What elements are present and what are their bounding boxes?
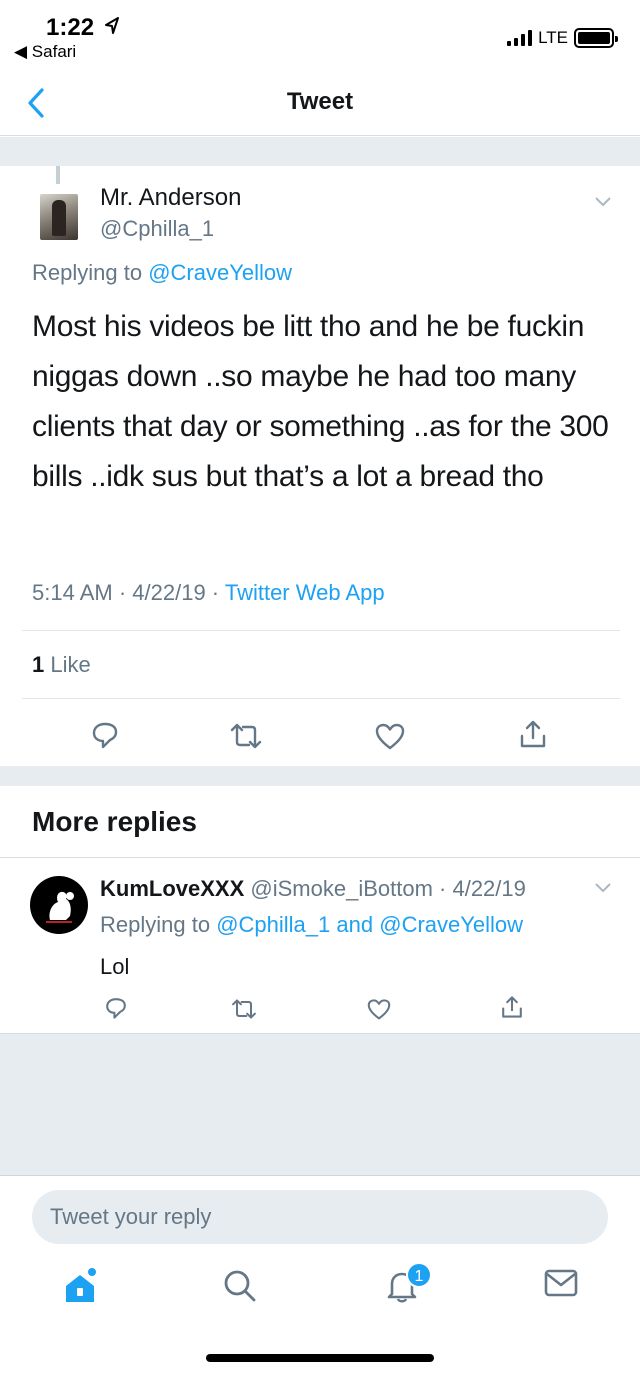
location-arrow-icon (105, 17, 119, 34)
retweet-icon[interactable] (228, 722, 264, 750)
messages-icon[interactable] (544, 1268, 578, 1298)
back-to-safari[interactable]: ◀ Safari (14, 42, 76, 62)
like-count: 1 (32, 652, 45, 677)
status-time: 1:22 (46, 14, 95, 41)
tweet-time: 5:14 AM (32, 580, 113, 605)
reply-author-handle[interactable]: @iSmoke_iBottom (250, 876, 433, 901)
bottom-bar: 1 (0, 1176, 640, 1384)
avatar[interactable] (40, 194, 78, 240)
section-title: More replies (32, 806, 197, 837)
tweet-date: 4/22/19 (132, 580, 206, 605)
mention-link[interactable]: @CraveYellow (148, 260, 292, 285)
mention-link[interactable]: @CraveYellow (379, 912, 523, 937)
share-icon[interactable] (500, 994, 524, 1020)
page-title: Tweet (286, 88, 354, 115)
mention-link[interactable]: @Cphilla_1 (216, 912, 330, 937)
tweet-source-link[interactable]: Twitter Web App (225, 580, 385, 605)
like-label: Like (50, 652, 91, 677)
reply-date: 4/22/19 (452, 876, 526, 901)
reply-text: Lol (100, 954, 130, 979)
nav-bar: Tweet (0, 72, 640, 136)
section-divider (0, 766, 640, 786)
home-icon[interactable] (62, 1268, 98, 1306)
replying-to: Replying to @Cphilla_1 and @CraveYellow (100, 912, 523, 938)
main-tweet: Mr. Anderson @Cphilla_1 Replying to @Cra… (0, 166, 640, 766)
author-name[interactable]: Mr. Anderson (100, 184, 241, 212)
reply-input[interactable] (32, 1190, 608, 1244)
home-indicator[interactable] (206, 1354, 434, 1362)
status-indicators: LTE (507, 28, 618, 48)
empty-area (0, 1034, 640, 1176)
chevron-down-icon[interactable] (594, 196, 612, 208)
divider (22, 630, 620, 631)
battery-icon (574, 28, 618, 48)
search-icon[interactable] (222, 1268, 258, 1304)
retweet-icon[interactable] (230, 998, 258, 1020)
more-replies-header: More replies (0, 786, 640, 858)
likes-summary[interactable]: 1 Like (32, 652, 91, 678)
status-bar: 1:22 ◀ Safari LTE (0, 0, 640, 72)
replying-and: and (336, 912, 374, 937)
chevron-down-icon[interactable] (594, 882, 612, 894)
reply-icon[interactable] (90, 720, 120, 750)
avatar[interactable] (30, 876, 88, 934)
thread-line (56, 166, 60, 184)
reply-header: KumLoveXXX @iSmoke_iBottom · 4/22/19 (100, 876, 526, 901)
replying-prefix: Replying to (100, 912, 211, 937)
share-icon[interactable] (518, 718, 548, 750)
section-divider (0, 137, 640, 166)
signal-icon (507, 30, 533, 46)
replying-prefix: Replying to (32, 260, 143, 285)
reply-item[interactable]: KumLoveXXX @iSmoke_iBottom · 4/22/19 Rep… (0, 858, 640, 1034)
reply-author-name[interactable]: KumLoveXXX (100, 876, 244, 901)
author-handle[interactable]: @Cphilla_1 (100, 216, 214, 242)
tweet-meta: 5:14 AM · 4/22/19 · Twitter Web App (32, 580, 385, 605)
replying-to: Replying to @CraveYellow (32, 260, 292, 286)
reply-icon[interactable] (104, 996, 128, 1020)
tweet-text: Most his videos be litt tho and he be fu… (32, 310, 609, 493)
heart-icon[interactable] (366, 998, 392, 1020)
divider (22, 698, 620, 699)
network-type: LTE (538, 28, 568, 47)
heart-icon[interactable] (374, 722, 406, 750)
notifications-badge: 1 (406, 1262, 432, 1288)
